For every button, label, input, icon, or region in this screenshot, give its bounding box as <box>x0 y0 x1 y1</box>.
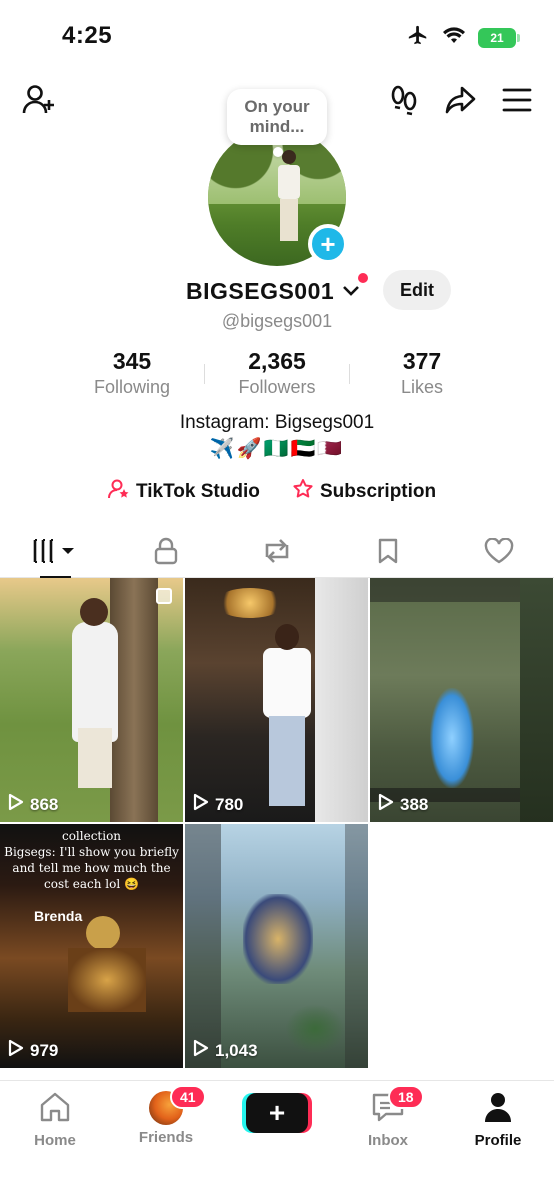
overlay-name: Brenda <box>34 908 83 924</box>
profile-stats: 345 Following 2,365 Followers 377 Likes <box>60 348 494 400</box>
tab-private[interactable] <box>111 530 222 577</box>
video-view-count: 388 <box>378 793 428 816</box>
nav-profile[interactable]: Profile <box>448 1091 548 1149</box>
lock-icon <box>153 537 179 570</box>
view-count: 1,043 <box>215 1040 258 1060</box>
nav-profile-label: Profile <box>474 1132 522 1149</box>
nav-friends-label: Friends <box>138 1129 194 1146</box>
videos-grid-icon <box>32 538 78 569</box>
video-thumbnail[interactable]: 1,043 <box>185 824 368 1068</box>
tab-reposts[interactable] <box>222 530 333 577</box>
nav-home-label: Home <box>34 1132 76 1149</box>
view-count: 388 <box>400 794 429 814</box>
stat-label: Followers <box>238 377 316 397</box>
stat-value: 2,365 <box>248 348 306 374</box>
studio-label: TikTok Studio <box>136 481 260 502</box>
stat-following[interactable]: 345 Following <box>60 348 204 400</box>
airplane-icon <box>406 24 430 51</box>
video-thumbnail[interactable]: 780 <box>185 578 368 822</box>
tab-videos[interactable] <box>0 530 111 578</box>
video-view-count: 1,043 <box>193 1039 258 1062</box>
tab-liked[interactable] <box>443 530 554 577</box>
stat-label: Likes <box>400 377 444 397</box>
add-friend-icon[interactable] <box>18 80 58 120</box>
video-caption: collection Bigsegs: I'll show you briefl… <box>0 828 183 892</box>
tiktok-studio-link[interactable]: TikTok Studio <box>108 478 260 506</box>
view-count: 780 <box>215 794 244 814</box>
nav-inbox[interactable]: 18 Inbox <box>338 1085 438 1149</box>
repost-icon <box>261 537 293 570</box>
nav-friends[interactable]: 41 Friends <box>116 1085 216 1146</box>
bookmark-icon <box>376 537 400 570</box>
status-bar: 4:25 21 <box>0 0 554 72</box>
inbox-icon <box>371 1093 405 1127</box>
play-icon <box>193 1039 209 1062</box>
user-handle: @bigsegs001 <box>221 311 333 331</box>
username[interactable]: BIGSEGS001 <box>186 278 334 305</box>
caption-line: collection Bigsegs: I'll show you briefl… <box>4 829 179 891</box>
notification-dot <box>358 273 368 283</box>
heart-icon <box>484 537 514 569</box>
menu-icon[interactable] <box>497 80 537 120</box>
video-thumbnail[interactable]: 388 <box>370 578 553 822</box>
inbox-badge: 18 <box>388 1085 424 1109</box>
battery-icon: 21 <box>478 27 520 48</box>
share-icon[interactable] <box>440 80 480 120</box>
subscription-label: Subscription <box>320 481 437 502</box>
status-time: 4:25 <box>62 22 113 49</box>
status-icons: 21 <box>406 24 520 51</box>
stat-value: 377 <box>402 348 442 374</box>
profile-links: TikTok Studio Subscription <box>0 478 554 510</box>
tab-favorites[interactable] <box>332 530 443 577</box>
subscription-icon <box>292 478 314 506</box>
chevron-down-icon[interactable] <box>342 284 360 302</box>
wifi-icon <box>442 25 466 50</box>
nav-inbox-label: Inbox <box>368 1132 408 1149</box>
subscription-link[interactable]: Subscription <box>292 478 436 506</box>
studio-icon <box>108 478 130 506</box>
view-count: 868 <box>30 794 59 814</box>
play-icon <box>8 1039 24 1062</box>
note-bubble[interactable]: On your mind... <box>227 89 327 157</box>
create-plus-button[interactable]: + <box>246 1093 308 1133</box>
profile-tabs <box>0 530 554 578</box>
nav-home[interactable]: Home <box>5 1091 105 1149</box>
stat-value: 345 <box>112 348 152 374</box>
view-count: 979 <box>30 1040 59 1060</box>
footprints-icon[interactable] <box>384 80 424 120</box>
stat-followers[interactable]: 2,365 Followers <box>205 348 349 400</box>
video-view-count: 868 <box>8 793 58 816</box>
stat-label: Following <box>93 377 171 397</box>
bio-emojis: ✈️🚀🇳🇬🇦🇪🇶🇦 <box>209 438 345 460</box>
play-icon <box>8 793 24 816</box>
play-icon <box>193 793 209 816</box>
video-thumbnail[interactable]: 868 <box>0 578 183 822</box>
home-icon <box>38 1092 72 1127</box>
profile-icon <box>482 1093 514 1127</box>
play-icon <box>378 793 394 816</box>
video-view-count: 780 <box>193 793 243 816</box>
video-thumbnail[interactable]: collection Bigsegs: I'll show you briefl… <box>0 824 183 1068</box>
video-view-count: 979 <box>8 1039 58 1062</box>
name-row: BIGSEGS001 Edit <box>0 270 554 312</box>
edit-profile-button[interactable]: Edit <box>383 270 451 310</box>
friends-badge: 41 <box>170 1085 206 1109</box>
bio-text: Instagram: Bigsegs001 <box>179 412 375 433</box>
stat-likes[interactable]: 377 Likes <box>350 348 494 400</box>
add-story-plus-icon[interactable]: + <box>308 224 348 264</box>
bottom-nav: Home 41 Friends + 18 Inbox Profile <box>0 1080 554 1199</box>
